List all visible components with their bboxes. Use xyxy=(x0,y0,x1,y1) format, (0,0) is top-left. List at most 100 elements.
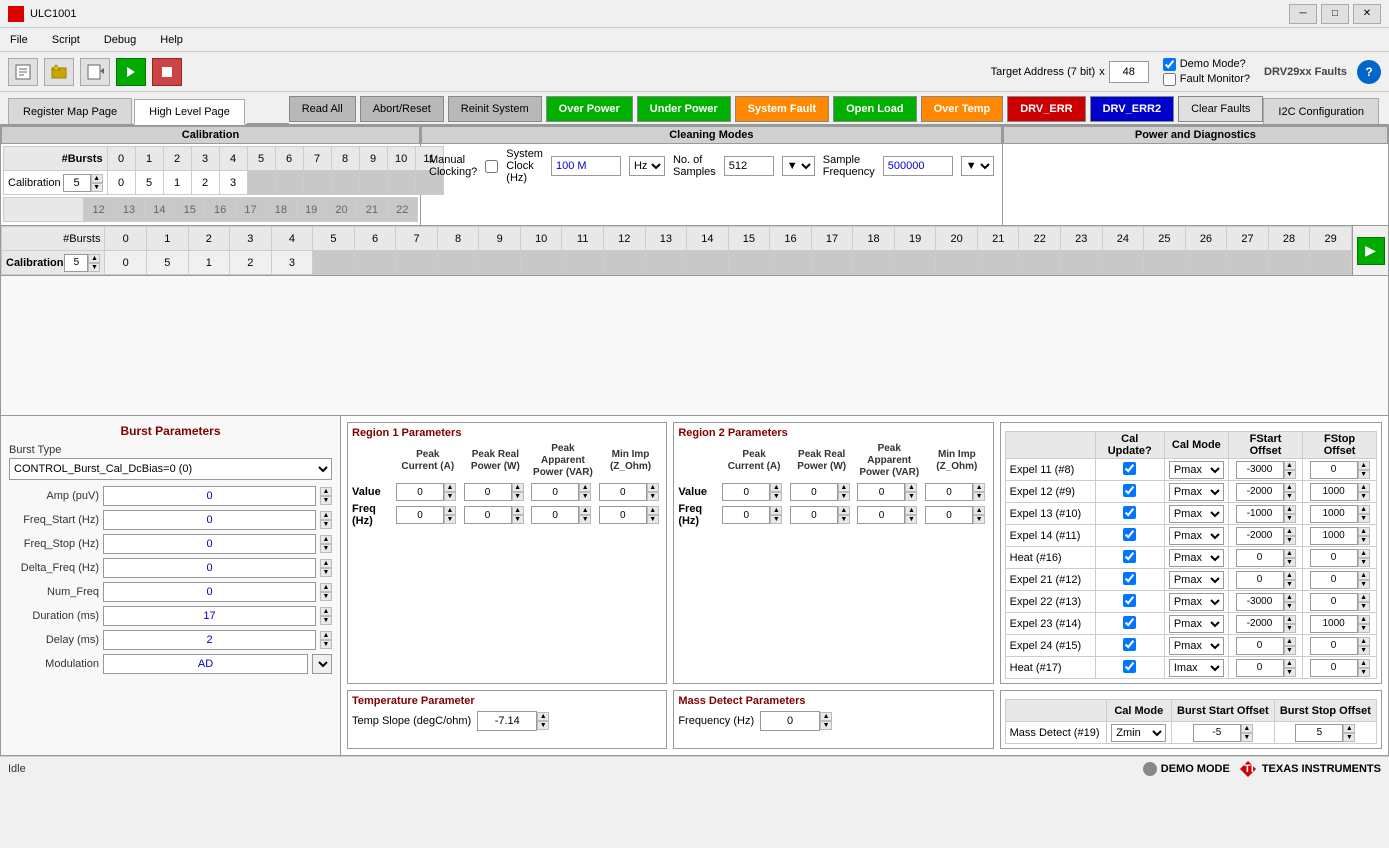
numfreq-up[interactable]: ▲ xyxy=(320,583,332,592)
sample-freq-input[interactable] xyxy=(883,156,953,176)
expel-calmode-1[interactable]: Pmax xyxy=(1169,483,1224,501)
export-button[interactable] xyxy=(80,58,110,86)
temp-slope-input[interactable] xyxy=(477,711,537,731)
mbs-down[interactable]: ▼ xyxy=(1241,733,1253,742)
num-freq-input[interactable] xyxy=(103,582,316,602)
menu-debug[interactable]: Debug xyxy=(98,32,142,48)
drv-err2-button[interactable]: DRV_ERR2 xyxy=(1090,96,1175,122)
r1-peak-app-val[interactable] xyxy=(531,483,579,501)
fstart-down[interactable]: ▼ xyxy=(320,520,332,529)
modulation-select[interactable]: ▼ xyxy=(312,654,332,674)
fault-monitor-checkbox[interactable] xyxy=(1163,73,1176,86)
system-clock-select[interactable]: Hz xyxy=(629,156,665,176)
under-power-button[interactable]: Under Power xyxy=(637,96,731,122)
tab-high-level[interactable]: High Level Page xyxy=(134,99,245,125)
new-button[interactable] xyxy=(8,58,38,86)
expel-fstop-1[interactable] xyxy=(1310,483,1358,501)
expel-fstart-0[interactable] xyxy=(1236,461,1284,479)
r1-mi-down[interactable]: ▼ xyxy=(647,492,659,501)
run-button[interactable] xyxy=(116,58,146,86)
fstart-up[interactable]: ▲ xyxy=(320,511,332,520)
dur-up[interactable]: ▲ xyxy=(320,607,332,616)
manual-clocking-checkbox[interactable] xyxy=(485,160,498,173)
r2-pc-freq[interactable] xyxy=(722,506,770,524)
dfreq-up[interactable]: ▲ xyxy=(320,559,332,568)
ts-down[interactable]: ▼ xyxy=(537,721,549,730)
mass-burst-stop-input[interactable] xyxy=(1295,724,1343,742)
r1-pc-down[interactable]: ▼ xyxy=(444,492,456,501)
ts-up[interactable]: ▲ xyxy=(537,712,549,721)
expel-cb-0[interactable] xyxy=(1123,462,1136,475)
mf-down[interactable]: ▼ xyxy=(820,721,832,730)
tab-i2c[interactable]: I2C Configuration xyxy=(1263,98,1379,124)
tab-register-map[interactable]: Register Map Page xyxy=(8,98,132,124)
expel-calmode-0[interactable]: Pmax xyxy=(1169,461,1224,479)
stop-button[interactable] xyxy=(152,58,182,86)
r1-mif-down[interactable]: ▼ xyxy=(647,515,659,524)
r1-pr-up[interactable]: ▲ xyxy=(512,483,524,492)
r1-paf-up[interactable]: ▲ xyxy=(579,506,591,515)
freq-stop-input[interactable] xyxy=(103,534,316,554)
r1-peak-current-val[interactable] xyxy=(396,483,444,501)
r1-pr-down[interactable]: ▼ xyxy=(512,492,524,501)
bursts-down[interactable]: ▼ xyxy=(91,183,103,192)
mbs-up[interactable]: ▲ xyxy=(1241,724,1253,733)
numfreq-down[interactable]: ▼ xyxy=(320,592,332,601)
maximize-button[interactable]: □ xyxy=(1321,4,1349,24)
modulation-input[interactable] xyxy=(103,654,308,674)
r2-mi-freq[interactable] xyxy=(925,506,973,524)
r1-pr-freq[interactable] xyxy=(464,506,512,524)
mass-burst-start-input[interactable] xyxy=(1193,724,1241,742)
title-bar-controls[interactable]: ─ □ ✕ xyxy=(1289,4,1381,24)
r2-pr-freq[interactable] xyxy=(790,506,838,524)
help-button[interactable]: ? xyxy=(1357,60,1381,84)
mbst-up[interactable]: ▲ xyxy=(1343,724,1355,733)
close-button[interactable]: ✕ xyxy=(1353,4,1381,24)
minimize-button[interactable]: ─ xyxy=(1289,4,1317,24)
demo-mode-checkbox[interactable] xyxy=(1163,58,1176,71)
r2-mi-val[interactable] xyxy=(925,483,973,501)
expel-fstop-0[interactable] xyxy=(1310,461,1358,479)
expel-fstart-1[interactable] xyxy=(1236,483,1284,501)
bursts-input[interactable] xyxy=(63,174,91,192)
system-fault-button[interactable]: System Fault xyxy=(735,96,829,122)
clear-faults-button[interactable]: Clear Faults xyxy=(1178,96,1263,122)
amp-down[interactable]: ▼ xyxy=(320,496,332,505)
mass-freq-input[interactable] xyxy=(760,711,820,731)
fstop-down[interactable]: ▼ xyxy=(320,544,332,553)
r1-prf-down[interactable]: ▼ xyxy=(512,515,524,524)
drv-err-button[interactable]: DRV_ERR xyxy=(1007,96,1085,122)
delay-input[interactable] xyxy=(103,630,316,650)
menu-script[interactable]: Script xyxy=(46,32,86,48)
dur-down[interactable]: ▼ xyxy=(320,616,332,625)
r1-pcf-down[interactable]: ▼ xyxy=(444,515,456,524)
over-temp-button[interactable]: Over Temp xyxy=(921,96,1004,122)
system-clock-input[interactable] xyxy=(551,156,621,176)
r2-pa-freq[interactable] xyxy=(857,506,905,524)
r1-mi-up[interactable]: ▲ xyxy=(647,483,659,492)
num-samples-input[interactable] xyxy=(724,156,774,176)
over-power-button[interactable]: Over Power xyxy=(546,96,633,122)
duration-input[interactable] xyxy=(103,606,316,626)
r1-pa-down[interactable]: ▼ xyxy=(579,492,591,501)
r1-pc-freq[interactable] xyxy=(396,506,444,524)
r1-pcf-up[interactable]: ▲ xyxy=(444,506,456,515)
amp-up[interactable]: ▲ xyxy=(320,487,332,496)
amp-input[interactable] xyxy=(103,486,316,506)
dfreq-down[interactable]: ▼ xyxy=(320,568,332,577)
r1-peak-real-val[interactable] xyxy=(464,483,512,501)
r2-pa-val[interactable] xyxy=(857,483,905,501)
r1-mi-freq[interactable] xyxy=(599,506,647,524)
r1-pa-up[interactable]: ▲ xyxy=(579,483,591,492)
menu-help[interactable]: Help xyxy=(154,32,189,48)
r2-pr-val[interactable] xyxy=(790,483,838,501)
mf-up[interactable]: ▲ xyxy=(820,712,832,721)
sample-freq-select[interactable]: ▼ xyxy=(961,156,994,176)
read-all-button[interactable]: Read All xyxy=(289,96,356,122)
target-address-input[interactable] xyxy=(1109,61,1149,83)
expel-cb-1[interactable] xyxy=(1123,484,1136,497)
r1-paf-down[interactable]: ▼ xyxy=(579,515,591,524)
delay-up[interactable]: ▲ xyxy=(320,631,332,640)
mass-calmode-select[interactable]: Zmin xyxy=(1111,724,1166,742)
delay-down[interactable]: ▼ xyxy=(320,640,332,649)
